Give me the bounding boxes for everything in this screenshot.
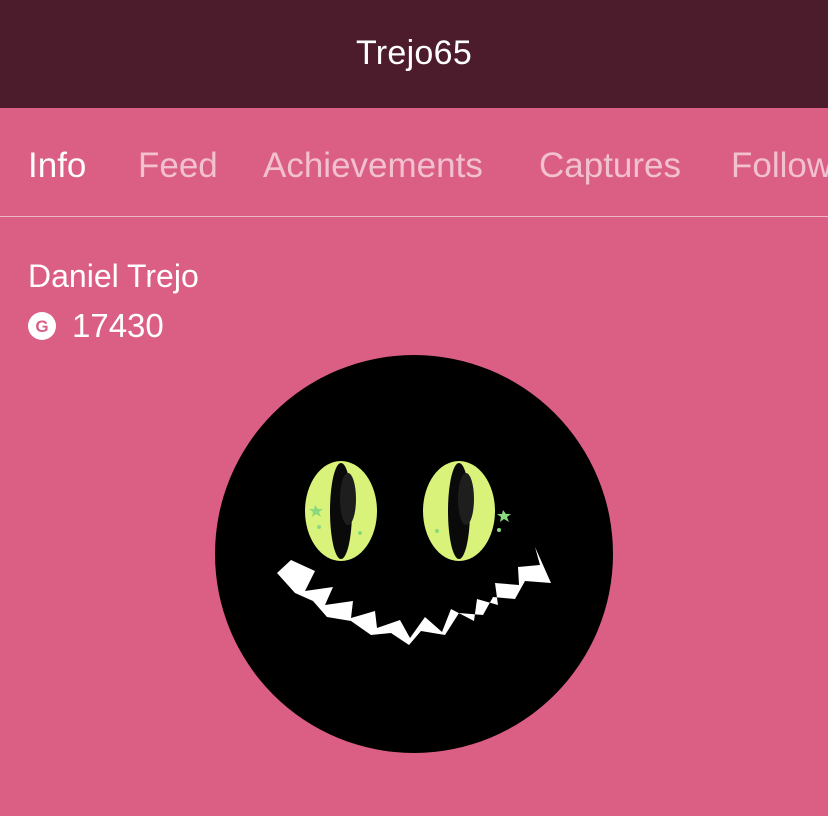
tab-info[interactable]: Info <box>28 146 86 186</box>
left-eye-icon <box>305 461 377 561</box>
gamerscore-icon-letter: G <box>35 316 49 336</box>
avatar-background <box>215 355 613 753</box>
page-title: Trejo65 <box>355 33 473 72</box>
profile-real-name: Daniel Trejo <box>28 258 199 294</box>
tab-captures[interactable]: Captures <box>539 146 681 186</box>
gamerscore-value: 17430 <box>72 307 164 344</box>
gamerscore-icon: G <box>28 312 56 340</box>
tab-achievements[interactable]: Achievements <box>263 146 483 186</box>
gamerscore-row: G 17430 <box>28 306 164 346</box>
title-bar: Trejo65 <box>0 0 828 108</box>
tab-feed[interactable]: Feed <box>138 146 218 186</box>
avatar[interactable] <box>215 355 613 753</box>
tab-followers[interactable]: Followers <box>731 146 828 186</box>
tab-bar: Info Feed Achievements Captures Follower… <box>0 108 828 217</box>
